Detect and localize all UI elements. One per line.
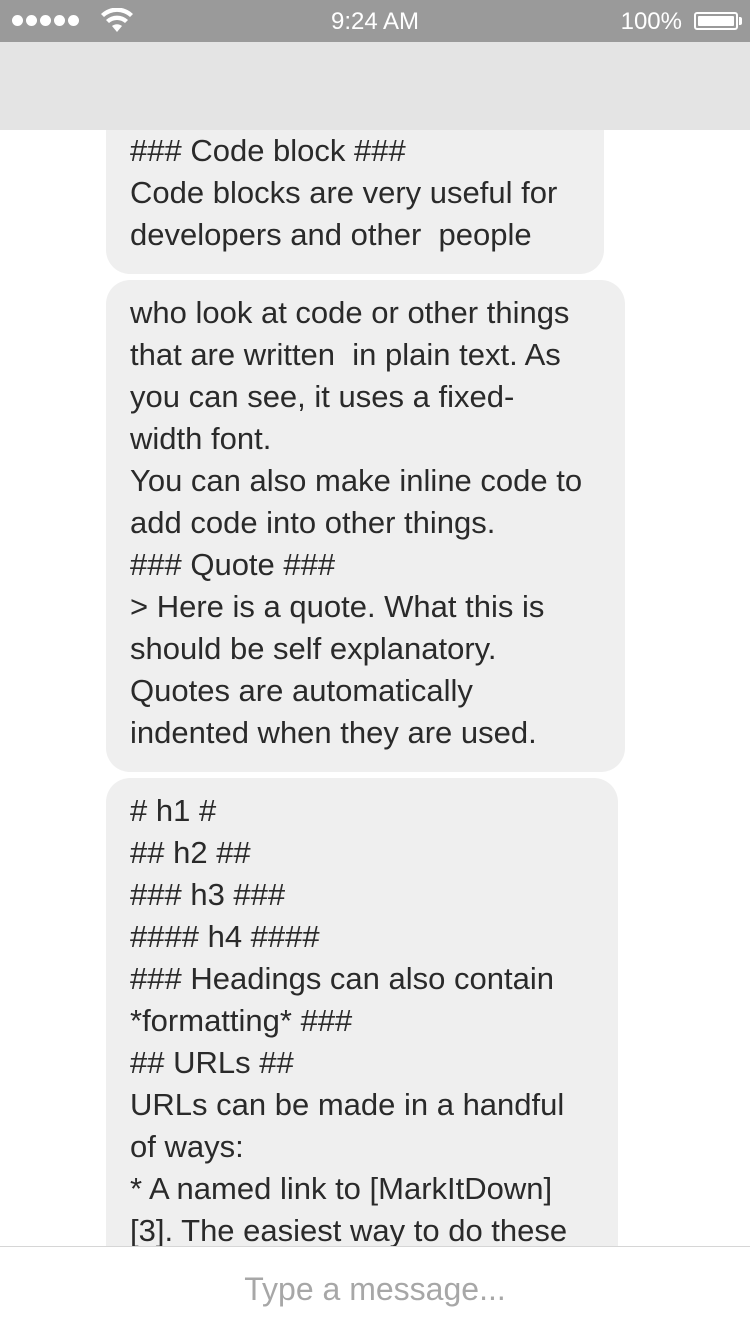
message-line: > Here is a quote. What this is [130, 589, 545, 624]
message-line: You can also make inline code to [130, 463, 583, 498]
nav-bar [0, 42, 750, 130]
battery-icon [694, 12, 738, 30]
message-bubble: who look at code or other things that ar… [106, 280, 625, 772]
battery-fill [698, 16, 734, 26]
message-line: * A named link to [MarkItDown] [130, 1171, 553, 1206]
message-line: Quotes are automatically [130, 673, 473, 708]
message-list[interactable]: ### Code block ### Code blocks are very … [0, 130, 750, 1246]
message-input[interactable] [0, 1271, 750, 1308]
message-line: of ways: [130, 1129, 244, 1164]
message-line: developers and other people [130, 217, 532, 252]
message-line: [3]. The easiest way to do these [130, 1213, 568, 1246]
message-line: width font. [130, 421, 272, 456]
message-line: ## h2 ## [130, 835, 251, 870]
message-line: who look at code or other things [130, 295, 570, 330]
message-bubble: # h1 # ## h2 ## ### h3 ### #### h4 #### … [106, 778, 618, 1246]
message-bubble: ### Code block ### Code blocks are very … [106, 130, 604, 274]
message-line: ### Code block ### [130, 133, 406, 168]
message-line: URLs can be made in a handful [130, 1087, 565, 1122]
message-line: that are written in plain text. As [130, 337, 561, 372]
message-line: Code blocks are very useful for [130, 175, 558, 210]
battery-nub [739, 17, 742, 25]
message-line: #### h4 #### [130, 919, 320, 954]
message-line: ### Quote ### [130, 547, 336, 582]
message-line: indented when they are used. [130, 715, 537, 750]
message-line: ## URLs ## [130, 1045, 294, 1080]
message-line: ### h3 ### [130, 877, 286, 912]
message-line: you can see, it uses a fixed- [130, 379, 515, 414]
message-line: ### Headings can also contain [130, 961, 554, 996]
battery-percent: 100% [620, 8, 682, 35]
message-line: # h1 # [130, 793, 217, 828]
status-bar: 9:24 AM 100% [0, 0, 750, 42]
message-input-bar [0, 1246, 750, 1334]
message-line: *formatting* ### [130, 1003, 353, 1038]
message-line: add code into other things. [130, 505, 496, 540]
message-line: should be self explanatory. [130, 631, 497, 666]
